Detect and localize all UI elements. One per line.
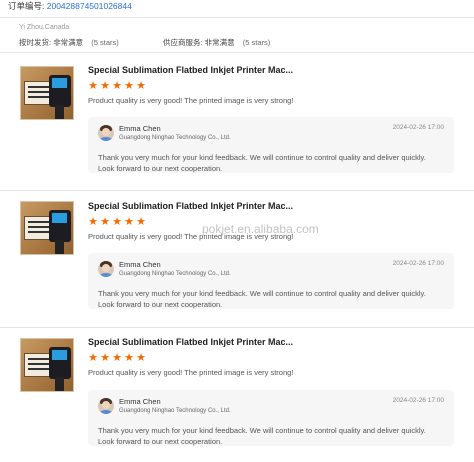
reply-author-name: Emma Chen (119, 397, 161, 406)
review-item: Special Sublimation Flatbed Inkjet Print… (0, 190, 474, 327)
star-icon: ★ (100, 216, 110, 228)
reply-date: 2024-02-26 17:00 (392, 260, 444, 267)
star-icon: ★ (136, 216, 146, 228)
shipping-rating-stars: (5 stars) (91, 38, 119, 47)
divider (0, 52, 474, 53)
reply-author-name: Emma Chen (119, 124, 161, 133)
star-icon: ★ (100, 80, 110, 92)
star-icon: ★ (136, 352, 146, 364)
star-icon: ★ (112, 352, 122, 364)
star-icon: ★ (136, 80, 146, 92)
product-title[interactable]: Special Sublimation Flatbed Inkjet Print… (88, 337, 293, 347)
supplier-rating-value: 非常满意 (204, 38, 235, 47)
product-title[interactable]: Special Sublimation Flatbed Inkjet Print… (88, 201, 293, 211)
star-icon: ★ (100, 352, 110, 364)
review-item: Special Sublimation Flatbed Inkjet Print… (0, 52, 474, 190)
order-number-line: 订单编号: 200428874501026844 (8, 0, 132, 12)
star-icon: ★ (112, 216, 122, 228)
review-stars: ★ ★ ★ ★ ★ (87, 353, 147, 364)
reply-company: Guangdong Ninghao Technology Co., Ltd. (119, 135, 231, 141)
star-icon: ★ (88, 80, 98, 92)
divider (0, 327, 474, 328)
product-thumbnail[interactable] (20, 66, 74, 120)
divider (0, 17, 474, 18)
reply-message: Thank you very much for your kind feedba… (98, 153, 426, 173)
star-icon: ★ (124, 352, 134, 364)
reply-message: Thank you very much for your kind feedba… (98, 289, 426, 309)
star-icon: ★ (112, 80, 122, 92)
reply-date: 2024-02-26 17:00 (392, 124, 444, 131)
buyer-location: Yi Zhou,Canada (19, 24, 70, 31)
review-item: Special Sublimation Flatbed Inkjet Print… (0, 327, 474, 462)
star-icon: ★ (88, 216, 98, 228)
reply-author-name: Emma Chen (119, 260, 161, 269)
seller-reply: Emma Chen Guangdong Ninghao Technology C… (88, 253, 454, 309)
product-thumbnail[interactable] (20, 338, 74, 392)
seller-reply: Emma Chen Guangdong Ninghao Technology C… (88, 117, 454, 173)
divider (0, 190, 474, 191)
reply-message: Thank you very much for your kind feedba… (98, 426, 426, 446)
shipping-rating-value: 非常满意 (53, 38, 84, 47)
review-comment: Product quality is very good! The printe… (88, 96, 294, 105)
order-ratings: 按时发货: 非常满意 (5 stars) 供应商服务: 非常满意 (5 star… (19, 37, 270, 48)
seller-reply: Emma Chen Guangdong Ninghao Technology C… (88, 390, 454, 446)
watermark: pokjet.en.alibaba.com (202, 222, 319, 236)
reply-date: 2024-02-26 17:00 (392, 397, 444, 404)
product-title[interactable]: Special Sublimation Flatbed Inkjet Print… (88, 65, 293, 75)
avatar (98, 125, 114, 141)
star-icon: ★ (124, 216, 134, 228)
order-number-link[interactable]: 200428874501026844 (47, 1, 132, 11)
review-stars: ★ ★ ★ ★ ★ (87, 217, 147, 228)
reply-company: Guangdong Ninghao Technology Co., Ltd. (119, 408, 231, 414)
avatar (98, 398, 114, 414)
supplier-rating-stars: (5 stars) (242, 38, 271, 47)
supplier-rating-label: 供应商服务: (162, 38, 203, 47)
order-number-label: 订单编号: (8, 1, 45, 11)
star-icon: ★ (124, 80, 134, 92)
star-icon: ★ (88, 352, 98, 364)
shipping-rating-label: 按时发货: (19, 38, 52, 47)
reply-company: Guangdong Ninghao Technology Co., Ltd. (119, 271, 231, 277)
review-stars: ★ ★ ★ ★ ★ (87, 81, 147, 92)
avatar (98, 261, 114, 277)
product-thumbnail[interactable] (20, 201, 74, 255)
review-comment: Product quality is very good! The printe… (88, 368, 294, 377)
